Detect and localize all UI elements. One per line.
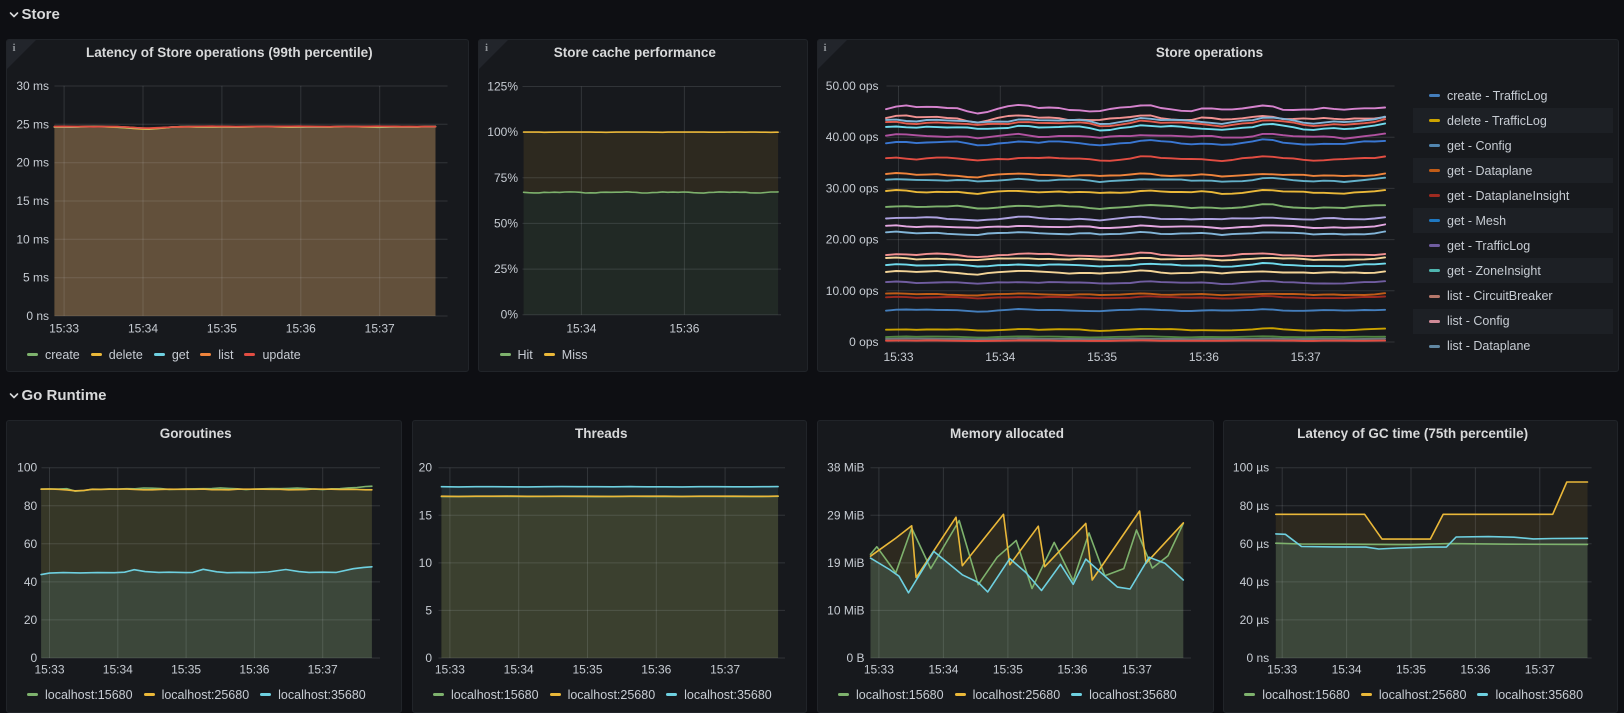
svg-text:5 ms: 5 ms <box>22 271 48 285</box>
svg-text:15:35: 15:35 <box>1087 350 1117 364</box>
svg-text:15:37: 15:37 <box>1121 662 1151 676</box>
svg-text:10.00 ops: 10.00 ops <box>825 284 878 298</box>
svg-text:15:33: 15:33 <box>434 662 464 676</box>
svg-text:15:37: 15:37 <box>1290 350 1320 364</box>
svg-text:60: 60 <box>23 536 37 550</box>
svg-text:50.00 ops: 50.00 ops <box>825 79 878 93</box>
svg-text:75%: 75% <box>494 171 518 185</box>
svg-text:30 ms: 30 ms <box>16 79 49 93</box>
svg-text:15:35: 15:35 <box>171 662 201 676</box>
svg-text:15:33: 15:33 <box>883 350 913 364</box>
svg-text:20: 20 <box>23 612 37 626</box>
svg-text:15:35: 15:35 <box>992 662 1022 676</box>
svg-text:0 ops: 0 ops <box>849 335 878 349</box>
svg-text:15:36: 15:36 <box>285 322 315 336</box>
svg-text:0: 0 <box>425 651 432 665</box>
svg-text:15:36: 15:36 <box>1460 662 1490 676</box>
svg-text:15:36: 15:36 <box>669 322 699 336</box>
svg-text:40: 40 <box>23 574 37 588</box>
svg-text:10: 10 <box>418 555 432 569</box>
svg-text:5: 5 <box>425 603 432 617</box>
svg-text:15:34: 15:34 <box>566 322 596 336</box>
svg-text:125%: 125% <box>487 80 518 94</box>
svg-text:20: 20 <box>418 460 432 474</box>
svg-text:15:37: 15:37 <box>710 662 740 676</box>
svg-text:15:36: 15:36 <box>239 662 269 676</box>
svg-text:15:36: 15:36 <box>1057 662 1087 676</box>
svg-text:15: 15 <box>418 508 432 522</box>
svg-text:40.00 ops: 40.00 ops <box>825 130 878 144</box>
svg-text:60 µs: 60 µs <box>1239 536 1269 550</box>
svg-text:0%: 0% <box>501 308 519 322</box>
svg-text:15:34: 15:34 <box>928 662 958 676</box>
svg-text:0 B: 0 B <box>846 651 864 665</box>
svg-text:10 MiB: 10 MiB <box>827 603 864 617</box>
svg-text:15:33: 15:33 <box>34 662 64 676</box>
svg-text:20 µs: 20 µs <box>1239 612 1269 626</box>
svg-text:15:34: 15:34 <box>503 662 533 676</box>
svg-text:15:36: 15:36 <box>1188 350 1218 364</box>
svg-text:20.00 ops: 20.00 ops <box>825 233 878 247</box>
svg-text:40 µs: 40 µs <box>1239 574 1269 588</box>
svg-text:15:34: 15:34 <box>127 322 157 336</box>
svg-text:15:37: 15:37 <box>307 662 337 676</box>
svg-text:0 ns: 0 ns <box>1246 651 1269 665</box>
svg-text:80: 80 <box>23 498 37 512</box>
svg-text:25 ms: 25 ms <box>16 117 49 131</box>
svg-text:38 MiB: 38 MiB <box>827 460 864 474</box>
svg-text:15:36: 15:36 <box>641 662 671 676</box>
svg-text:15:34: 15:34 <box>985 350 1015 364</box>
svg-text:15:35: 15:35 <box>1396 662 1426 676</box>
svg-text:15:33: 15:33 <box>49 322 79 336</box>
svg-text:15:34: 15:34 <box>102 662 132 676</box>
svg-text:80 µs: 80 µs <box>1239 498 1269 512</box>
svg-text:15:35: 15:35 <box>206 322 236 336</box>
svg-text:100: 100 <box>17 460 37 474</box>
svg-text:100%: 100% <box>487 125 518 139</box>
svg-text:15 ms: 15 ms <box>16 194 49 208</box>
svg-text:15:33: 15:33 <box>1267 662 1297 676</box>
svg-text:15:37: 15:37 <box>1525 662 1555 676</box>
svg-text:10 ms: 10 ms <box>16 232 49 246</box>
svg-text:19 MiB: 19 MiB <box>827 555 864 569</box>
svg-text:15:33: 15:33 <box>863 662 893 676</box>
svg-text:30.00 ops: 30.00 ops <box>825 181 878 195</box>
svg-text:100 µs: 100 µs <box>1233 460 1269 474</box>
svg-text:15:35: 15:35 <box>572 662 602 676</box>
svg-text:15:37: 15:37 <box>364 322 394 336</box>
svg-text:20 ms: 20 ms <box>16 156 49 170</box>
svg-text:15:34: 15:34 <box>1331 662 1361 676</box>
svg-text:0 ns: 0 ns <box>26 309 49 323</box>
svg-text:50%: 50% <box>494 216 518 230</box>
svg-text:29 MiB: 29 MiB <box>827 508 864 522</box>
svg-text:25%: 25% <box>494 262 518 276</box>
